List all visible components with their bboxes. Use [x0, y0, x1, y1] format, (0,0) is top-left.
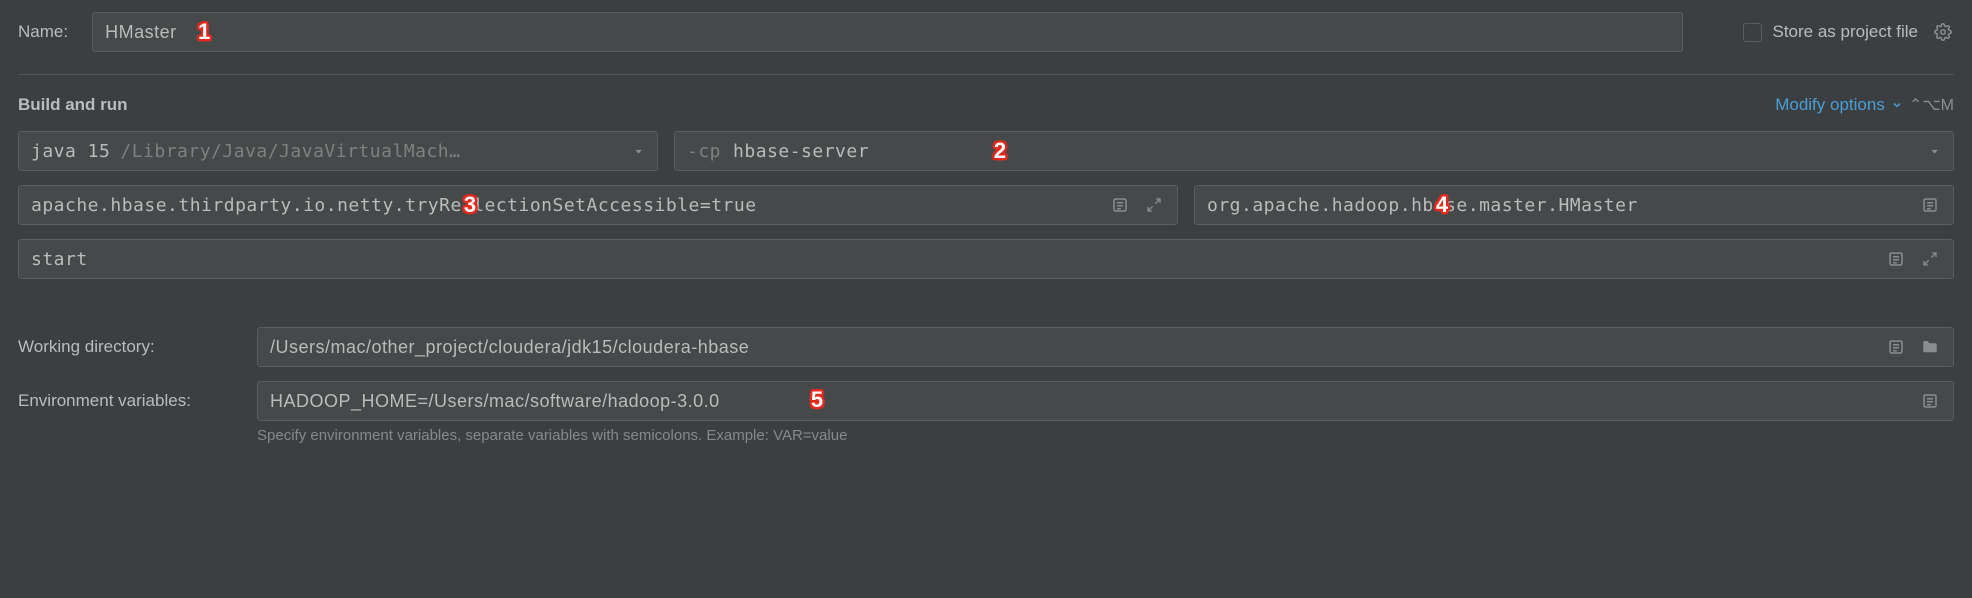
- name-label: Name:: [18, 22, 68, 42]
- callout-marker-2: 2: [985, 136, 1015, 166]
- checkbox-icon: [1743, 23, 1762, 42]
- separator: [18, 74, 1954, 75]
- store-as-project-file-checkbox[interactable]: Store as project file: [1743, 22, 1918, 42]
- expand-icon[interactable]: [1143, 194, 1165, 216]
- main-class-input[interactable]: org.apache.hadoop.hbase.master.HMaster 4: [1194, 185, 1954, 225]
- gear-icon[interactable]: [1932, 21, 1954, 43]
- jdk-prefix: java 15: [31, 141, 110, 162]
- env-value: HADOOP_HOME=/Users/mac/software/hadoop-3…: [270, 391, 720, 412]
- list-icon[interactable]: [1919, 194, 1941, 216]
- program-args-value: start: [31, 249, 88, 270]
- list-icon[interactable]: [1919, 390, 1941, 412]
- folder-icon[interactable]: [1919, 336, 1941, 358]
- modify-options-label: Modify options: [1775, 95, 1885, 115]
- modify-options-link[interactable]: Modify options: [1775, 95, 1903, 115]
- vm-options-input[interactable]: apache.hbase.thirdparty.io.netty.tryRefl…: [18, 185, 1178, 225]
- main-class-value: org.apache.hadoop.hbase.master.HMaster: [1207, 195, 1638, 216]
- list-icon[interactable]: [1885, 248, 1907, 270]
- callout-marker-1: 1: [189, 17, 219, 47]
- chevron-down-icon: [632, 145, 645, 158]
- list-icon[interactable]: [1109, 194, 1131, 216]
- env-label: Environment variables:: [18, 391, 243, 411]
- jdk-path: /Library/Java/JavaVirtualMach…: [120, 141, 460, 162]
- program-args-input[interactable]: start: [18, 239, 1954, 279]
- name-input[interactable]: HMaster 1: [92, 12, 1683, 52]
- workdir-input[interactable]: /Users/mac/other_project/cloudera/jdk15/…: [257, 327, 1954, 367]
- classpath-select[interactable]: -cp hbase-server 2: [674, 131, 1954, 171]
- env-input[interactable]: HADOOP_HOME=/Users/mac/software/hadoop-3…: [257, 381, 1954, 421]
- store-label: Store as project file: [1772, 22, 1918, 42]
- chevron-down-icon: [1928, 145, 1941, 158]
- name-value: HMaster: [105, 22, 177, 43]
- jdk-select[interactable]: java 15 /Library/Java/JavaVirtualMach…: [18, 131, 658, 171]
- workdir-label: Working directory:: [18, 337, 243, 357]
- expand-icon[interactable]: [1919, 248, 1941, 270]
- classpath-prefix: -cp: [687, 141, 721, 162]
- env-hint: Specify environment variables, separate …: [257, 427, 1954, 444]
- list-icon[interactable]: [1885, 336, 1907, 358]
- callout-marker-5: 5: [802, 385, 832, 415]
- workdir-value: /Users/mac/other_project/cloudera/jdk15/…: [270, 337, 749, 358]
- modify-options-shortcut: ⌃⌥M: [1909, 95, 1954, 115]
- vm-options-value: apache.hbase.thirdparty.io.netty.tryRefl…: [31, 195, 757, 216]
- chevron-down-icon: [1891, 99, 1903, 111]
- section-title-build-run: Build and run: [18, 95, 128, 115]
- classpath-value: hbase-server: [733, 141, 869, 162]
